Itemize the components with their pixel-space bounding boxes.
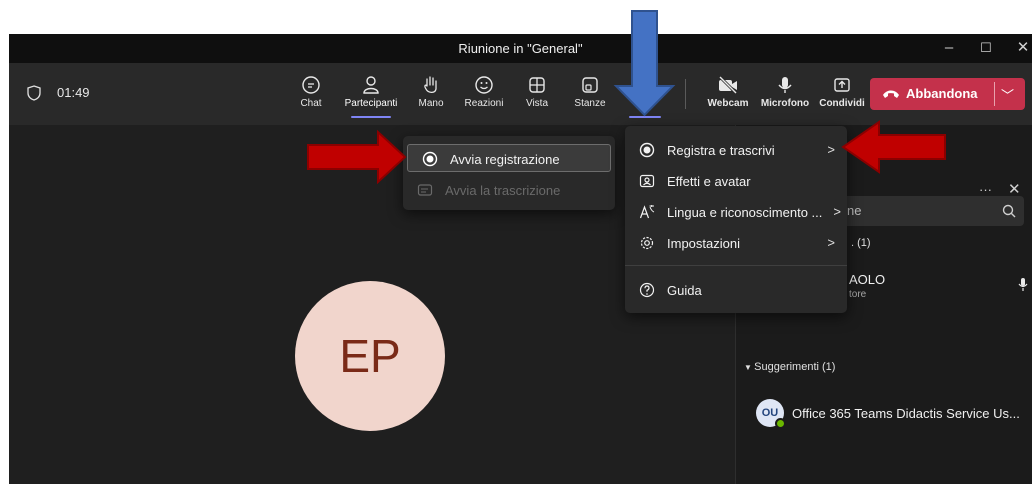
view-button[interactable]: Vista (513, 71, 561, 119)
toolbar-divider (685, 79, 686, 109)
minimize-button[interactable]: – (937, 38, 961, 58)
people-icon (363, 76, 379, 94)
suggestions-header[interactable]: ▼ Suggerimenti (1) (744, 361, 835, 373)
reactions-label: Reazioni (464, 98, 504, 109)
more-options-menu: Registra e trascrivi > Effetti e avatar … (625, 126, 847, 313)
share-icon (834, 78, 850, 92)
close-window-button[interactable]: ✕ (1011, 38, 1032, 58)
smile-icon (475, 76, 493, 94)
menu-divider (625, 265, 847, 266)
record-submenu: Avvia registrazione Avvia la trascrizion… (403, 136, 615, 210)
chevron-down-icon[interactable]: ﹀ (1001, 85, 1014, 104)
start-transcription-item[interactable]: Avvia la trascrizione (403, 176, 615, 204)
section-header: . (1) (851, 237, 871, 249)
search-placeholder: ne (847, 203, 862, 218)
effects-avatar-label: Effetti e avatar (667, 174, 751, 189)
window-title: Riunione in "General" (458, 41, 583, 56)
record-transcribe-item[interactable]: Registra e trascrivi > (625, 136, 847, 164)
language-item[interactable]: Lingua e riconoscimento ... > (625, 198, 847, 226)
participant-mic-icon (1018, 278, 1028, 291)
microphone-icon (778, 77, 792, 93)
language-label: Lingua e riconoscimento ... (667, 205, 823, 220)
settings-item[interactable]: Impostazioni > (625, 229, 847, 257)
help-item[interactable]: Guida (625, 276, 847, 304)
leave-divider (994, 82, 995, 106)
record-icon (639, 142, 655, 158)
start-transcription-label: Avvia la trascrizione (445, 183, 561, 198)
effects-icon (639, 174, 655, 188)
raise-hand-label: Mano (418, 98, 444, 109)
leave-button[interactable]: Abbandona ﹀ (870, 78, 1025, 110)
suggestion-initials: OU (761, 407, 779, 419)
chat-label: Chat (300, 98, 322, 109)
start-recording-label: Avvia registrazione (450, 152, 560, 167)
gear-icon (640, 236, 654, 250)
microphone-label: Microfono (760, 98, 810, 109)
meeting-toolbar: 01:49 Chat Partecipanti Mano Reazioni Vi… (9, 63, 1032, 125)
grid-icon (529, 77, 545, 93)
participants-button[interactable]: Partecipanti (343, 71, 399, 119)
leave-label: Abbandona (906, 86, 978, 101)
help-icon (639, 282, 655, 298)
suggestion-name[interactable]: Office 365 Teams Didactis Service Us... (792, 406, 1020, 421)
rooms-label: Stanze (574, 98, 606, 109)
title-bar: Riunione in "General" – ☐ ✕ (9, 34, 1032, 63)
meeting-timer: 01:49 (57, 85, 90, 100)
participants-label: Partecipanti (344, 98, 398, 109)
hand-icon (424, 76, 437, 94)
more-button[interactable]: Altro (621, 71, 669, 119)
settings-label: Impostazioni (667, 236, 740, 251)
screenshot: Riunione in "General" – ☐ ✕ 01:49 Chat P… (0, 0, 1032, 484)
webcam-button[interactable]: Webcam (702, 71, 754, 119)
search-icon (1002, 204, 1016, 218)
suggestion-avatar: OU (756, 399, 786, 429)
share-label: Condividi (819, 98, 865, 109)
start-recording-item[interactable]: Avvia registrazione (407, 144, 611, 172)
microphone-button[interactable]: Microfono (756, 71, 814, 119)
suggestions-header-label: Suggerimenti (1) (754, 361, 836, 373)
chevron-right-icon: > (833, 204, 841, 219)
teams-meeting-window: Riunione in "General" – ☐ ✕ 01:49 Chat P… (9, 34, 1032, 484)
record-icon (422, 151, 438, 167)
hangup-icon (883, 90, 899, 98)
help-label: Guida (667, 283, 702, 298)
more-icon (637, 83, 653, 87)
active-tab-indicator (351, 116, 391, 118)
rooms-icon (582, 77, 598, 93)
participant-avatar: EP (295, 281, 445, 431)
chat-icon (302, 76, 320, 94)
chevron-right-icon: > (827, 142, 835, 157)
share-button[interactable]: Condividi (815, 71, 869, 119)
language-icon (639, 205, 655, 219)
participant-name: AOLO (849, 272, 886, 287)
panel-more-icon[interactable]: ··· (979, 182, 992, 197)
webcam-label: Webcam (707, 98, 749, 109)
maximize-button[interactable]: ☐ (974, 38, 998, 58)
more-active-indicator (629, 116, 661, 118)
effects-avatar-item[interactable]: Effetti e avatar (625, 167, 847, 195)
more-label: Altro (634, 98, 656, 109)
record-transcribe-label: Registra e trascrivi (667, 143, 775, 158)
transcript-icon (417, 184, 433, 196)
rooms-button[interactable]: Stanze (566, 71, 614, 119)
chat-button[interactable]: Chat (287, 71, 335, 119)
chevron-right-icon: > (827, 235, 835, 250)
status-available-icon (775, 418, 786, 429)
reactions-button[interactable]: Reazioni (460, 71, 508, 119)
view-label: Vista (525, 98, 549, 109)
raise-hand-button[interactable]: Mano (407, 71, 455, 119)
camera-off-icon (718, 75, 738, 95)
participant-role: tore (849, 289, 867, 300)
shield-icon (27, 85, 41, 101)
